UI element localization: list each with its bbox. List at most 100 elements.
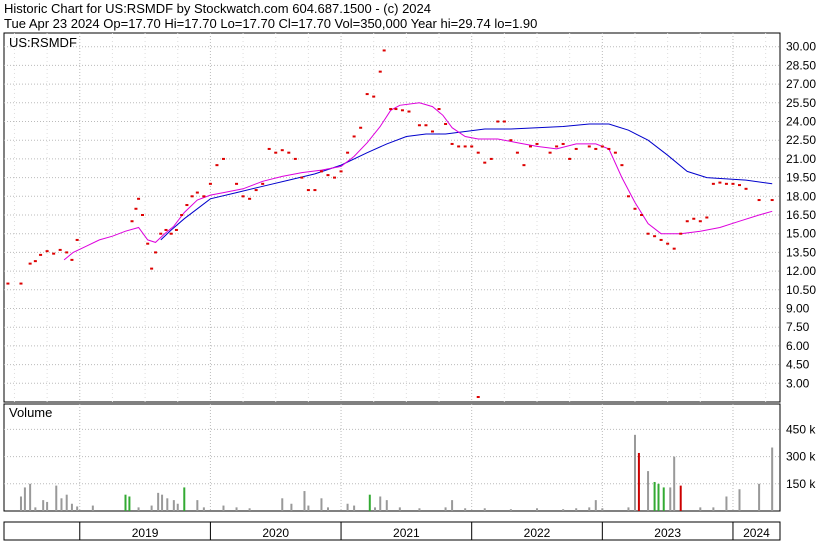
price-point: [444, 123, 448, 126]
price-tick-label: 10.50: [786, 283, 816, 297]
volume-bar: [176, 503, 179, 511]
volume-bar: [166, 498, 169, 511]
volume-bar: [326, 507, 329, 511]
price-point: [185, 204, 189, 207]
price-point: [254, 189, 258, 192]
volume-tick-label: 450 k: [786, 422, 816, 436]
price-tick-label: 12.00: [786, 264, 816, 278]
price-point: [333, 176, 337, 179]
price-point: [140, 214, 144, 217]
price-point: [509, 139, 513, 142]
volume-bar: [60, 498, 63, 511]
volume-bar: [157, 492, 160, 511]
price-point: [130, 220, 134, 223]
price-point: [744, 187, 748, 190]
price-point: [221, 157, 225, 160]
volume-bar: [451, 500, 454, 511]
price-tick-label: 25.50: [786, 96, 816, 110]
volume-bar: [202, 507, 205, 511]
price-point: [154, 251, 158, 254]
price-tick-label: 24.00: [786, 115, 816, 129]
price-point: [75, 238, 79, 241]
volume-bar: [379, 496, 382, 511]
price-point: [164, 228, 168, 231]
price-point: [19, 282, 23, 285]
volume-bar: [353, 505, 356, 511]
volume-bar: [627, 507, 630, 511]
volume-tick-label: 300 k: [786, 450, 816, 464]
price-point: [672, 247, 676, 250]
volume-bar: [34, 507, 37, 511]
price-axis: 30.00 28.50 27.00 25.50 24.00 22.50 21.00 19.50…: [786, 40, 816, 391]
volume-bar: [46, 501, 49, 511]
price-point: [287, 151, 291, 154]
stock-chart: 30.00 28.50 27.00 25.50 24.00 22.50 21.00 19.50…: [3, 32, 816, 541]
price-point: [261, 182, 265, 185]
volume-bar: [509, 509, 512, 511]
volume-bar: [290, 503, 293, 511]
price-point: [208, 182, 212, 185]
volume-bar: [42, 500, 45, 511]
price-point: [39, 253, 43, 256]
price-point: [679, 232, 683, 235]
price-panel-label: US:RSMDF: [9, 35, 77, 50]
price-tick-label: 9.00: [786, 302, 810, 316]
volume-bar: [128, 496, 131, 511]
volume-bar: [172, 500, 175, 511]
volume-bar: [320, 498, 323, 511]
price-point: [306, 189, 310, 192]
price-point: [692, 217, 696, 220]
volume-bar: [669, 487, 672, 511]
volume-bar: [738, 489, 741, 511]
volume-bar: [368, 494, 371, 511]
volume-bar: [183, 487, 186, 511]
price-tick-label: 28.50: [786, 58, 816, 72]
price-point: [400, 109, 404, 112]
volume-bar: [418, 508, 421, 511]
volume-bar: [281, 498, 284, 511]
price-point: [267, 147, 271, 150]
price-point: [394, 108, 398, 111]
price-point: [174, 228, 178, 231]
price-point: [470, 145, 474, 148]
volume-bar: [23, 487, 26, 511]
price-point: [372, 95, 376, 98]
price-point: [215, 164, 219, 167]
year-label: 2024: [743, 526, 770, 540]
volume-bar: [196, 500, 199, 511]
price-point: [235, 182, 239, 185]
price-point: [137, 197, 141, 200]
price-point: [180, 214, 184, 217]
volume-bar: [303, 491, 306, 511]
price-point: [274, 151, 278, 154]
price-point: [496, 120, 500, 123]
volume-bar: [575, 508, 578, 511]
price-point: [770, 199, 774, 202]
price-point: [705, 216, 709, 219]
price-panel-frame: [3, 32, 781, 403]
volume-bar: [91, 505, 94, 511]
price-point: [646, 232, 650, 235]
volume-bar: [235, 507, 238, 511]
volume-bar: [161, 494, 164, 511]
price-point: [241, 195, 245, 198]
price-tick-label: 22.50: [786, 133, 816, 147]
price-point: [653, 235, 657, 238]
year-label: 2020: [262, 526, 289, 540]
volume-bar: [374, 507, 377, 511]
price-point: [319, 170, 323, 173]
price-point: [359, 126, 363, 129]
price-point: [352, 135, 356, 138]
volume-bar: [70, 503, 73, 511]
price-point: [502, 120, 506, 123]
price-point: [65, 251, 69, 254]
price-point: [300, 176, 304, 179]
price-point: [463, 145, 467, 148]
volume-bar: [601, 508, 604, 511]
price-point: [666, 242, 670, 245]
year-label: 2021: [393, 526, 420, 540]
price-point: [159, 232, 163, 235]
price-tick-label: 30.00: [786, 40, 816, 54]
price-point: [28, 262, 32, 265]
price-point: [382, 49, 386, 52]
